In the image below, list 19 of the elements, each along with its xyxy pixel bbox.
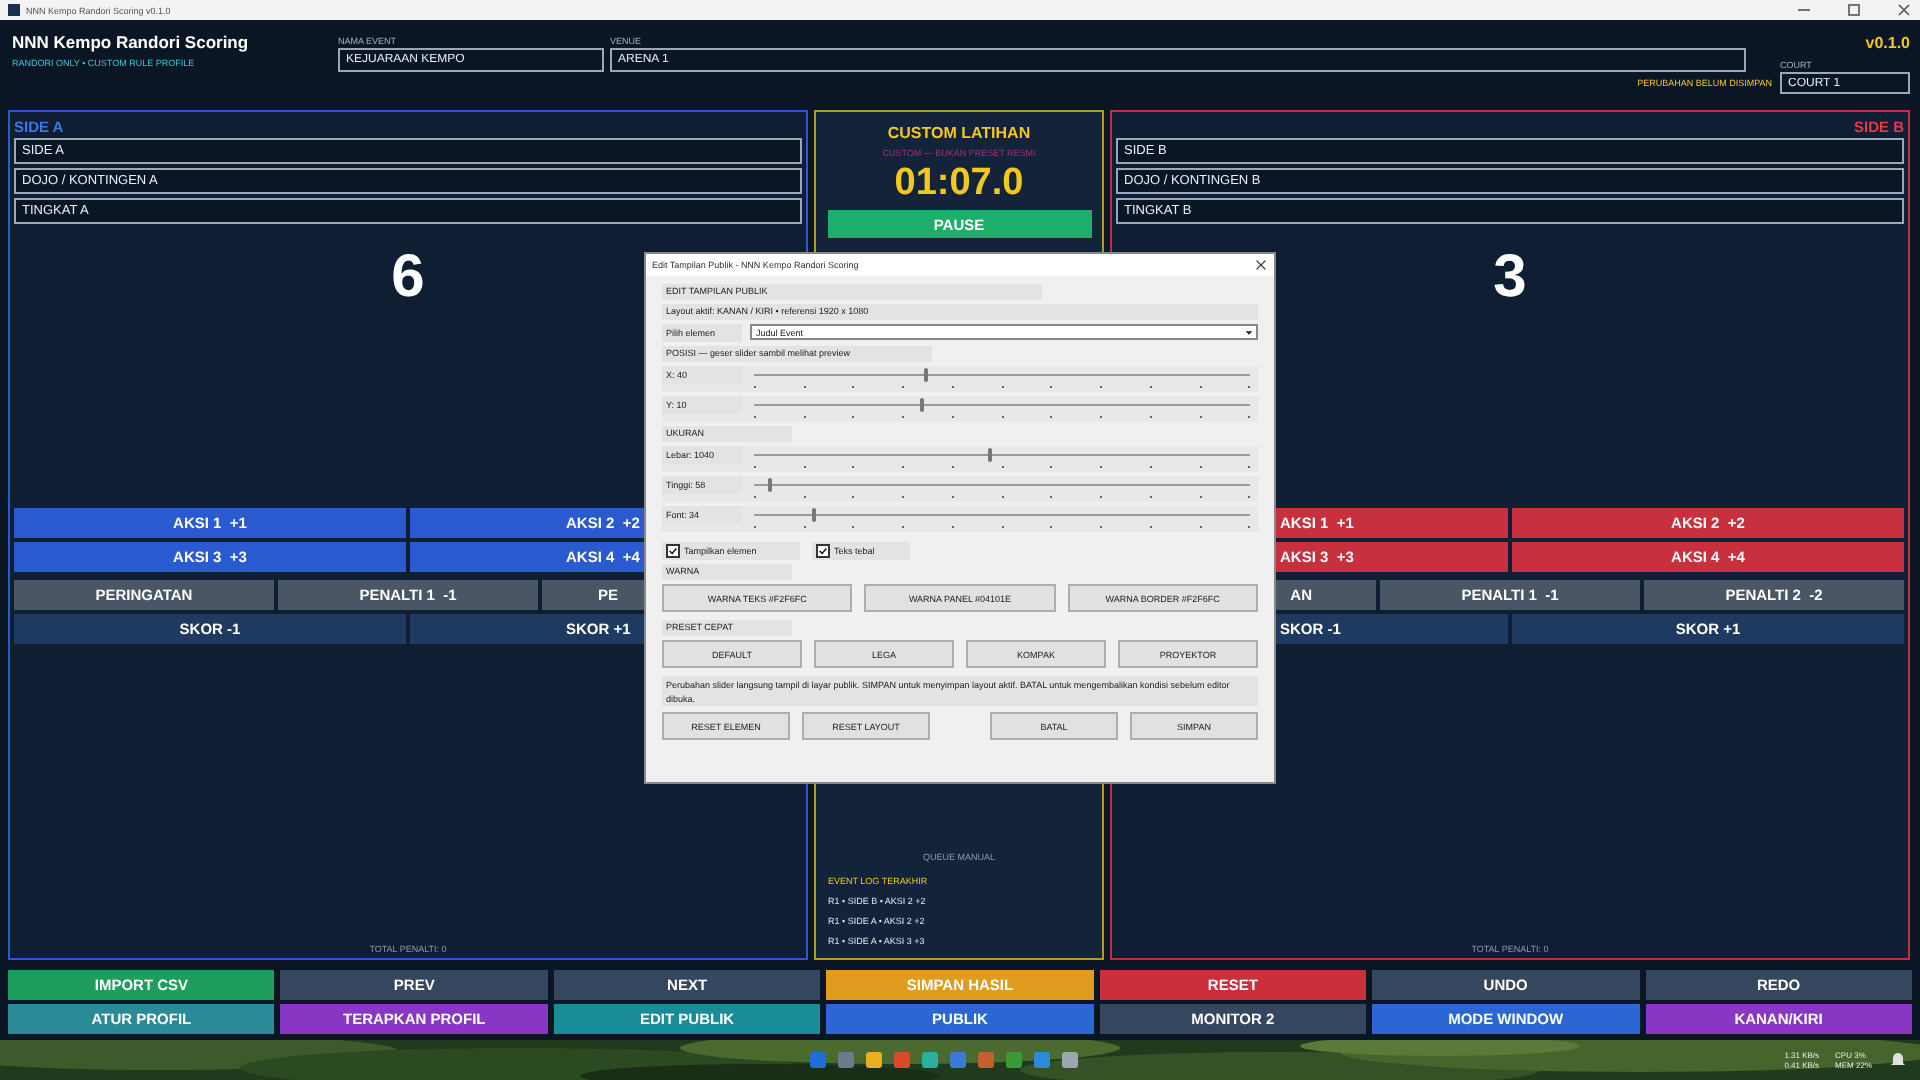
close-icon[interactable] [1254, 258, 1268, 272]
slider-thumb[interactable] [768, 478, 773, 492]
close-icon[interactable] [1896, 2, 1912, 18]
notification-icon[interactable] [1888, 1050, 1908, 1070]
app-icon [8, 4, 20, 16]
app-title: NNN Kempo Randori Scoring [12, 32, 251, 52]
maximize-icon[interactable] [1846, 2, 1862, 18]
timer: 01:07.0 [894, 164, 1024, 204]
version-label: v0.1.0 [1865, 34, 1910, 52]
slider-thumb[interactable] [919, 398, 924, 412]
checkbox[interactable] [816, 544, 830, 558]
mode-title: CUSTOM LATIHAN [887, 124, 1031, 142]
score-value: 3 [1493, 244, 1527, 312]
slider-thumb[interactable] [988, 448, 993, 462]
slider-thumb[interactable] [924, 368, 929, 382]
caret-icon [1244, 327, 1254, 337]
slider-thumb[interactable] [812, 508, 817, 522]
checkbox[interactable] [666, 544, 680, 558]
score-value: 6 [391, 244, 425, 312]
